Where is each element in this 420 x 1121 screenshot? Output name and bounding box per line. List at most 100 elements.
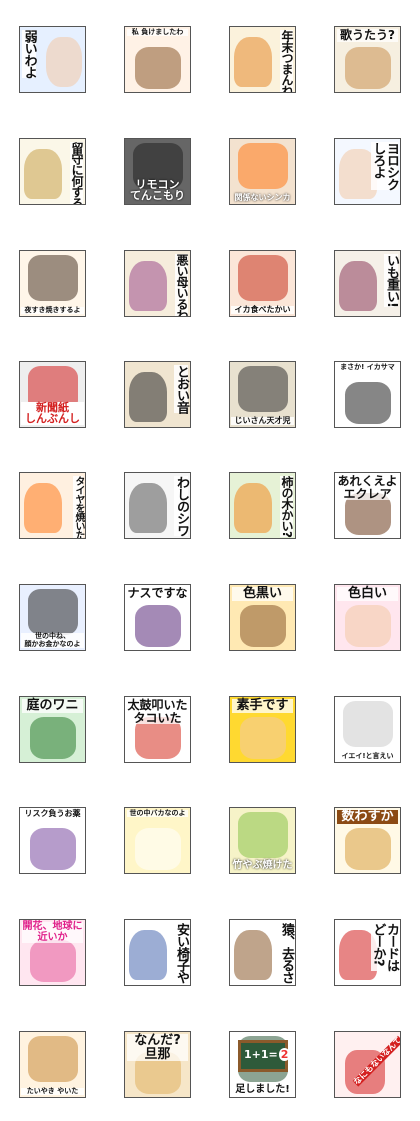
crocodile-icon [30,717,76,759]
sticker-caption: タイヤを焼いた [72,476,84,539]
hands-icon [240,717,286,759]
squid-icon [238,255,288,301]
sticker-tile[interactable]: 弱いわよ [19,26,86,93]
sticker-caption: わしのシワ [174,476,189,536]
sticker-tile[interactable]: まさか! イカサマ [334,361,401,428]
blossom-icon [30,940,76,982]
sticker-tile[interactable]: いも重い! [334,250,401,317]
sticker-tile[interactable]: 1+1= 2 足しました! [229,1031,296,1098]
sticker-tile[interactable]: たいやき やいた [19,1031,86,1098]
sticker-caption: ヨロシク しろよ [370,142,399,190]
woman-money-icon [28,589,78,635]
sticker-caption: まさか! イカサマ [337,363,398,372]
rabbit-icon [343,701,393,747]
sticker-tile[interactable]: 歌うたう? [334,26,401,93]
sticker-caption: たいやき やいた [21,1087,84,1095]
sticker-tile[interactable]: なんだ? 旦那 [124,1031,191,1098]
sticker-caption: 開花、地球に 近いか [22,921,83,943]
sticker-tile[interactable]: 新聞紙 しんぶんし [19,361,86,428]
sticker-tile[interactable]: 猿、去るさ [229,919,296,986]
sticker-caption: 素手です [232,699,293,713]
formula-text: 1+1= 2 [244,1048,291,1061]
sticker-caption: 歌うたう? [337,29,398,42]
medicine-icon [30,828,76,870]
sticker-tile[interactable]: リスク負うお薬 [19,807,86,874]
sticker-tile[interactable]: イエイ!と言えい [334,696,401,763]
sticker-tile[interactable]: イカ食べたかい [229,250,296,317]
couple-icon [238,143,288,189]
sticker-caption: イカ食べたかい [231,305,294,314]
sticker-caption: 安い椅子や [174,923,189,983]
sticker-caption: 柿の木かい? [280,476,294,537]
sticker-caption: 数わすか [337,810,398,824]
sticker-caption: イエイ!と言えい [336,752,399,760]
sticker-tile[interactable]: 柿の木かい? [229,472,296,539]
bunny-icon [135,828,181,870]
tan-girl-icon [240,605,286,647]
blackboard: 1+1= 2 [238,1040,291,1072]
sticker-caption: 留守に何する [70,142,84,204]
graduate-icon [238,366,288,412]
sticker-tile[interactable]: 色白い [334,584,401,651]
sticker-tile[interactable]: リモコン てんこもり [124,138,191,205]
sticker-tile[interactable]: あれくえよ エクレア [334,472,401,539]
sticker-caption: カードは どーか? [370,923,399,971]
sticker-tile[interactable]: 庭のワニ [19,696,86,763]
sticker-tile[interactable]: とおい音 [124,361,191,428]
sticker-caption: 年末つまんね [280,30,294,92]
sticker-caption: 世の中ね、 顔かお金かなのよ [21,633,84,648]
oldman-icon [129,483,167,533]
sticker-tile[interactable]: なにもないなんて [334,1031,401,1098]
sticker-caption: リスク負うお薬 [22,809,83,819]
chair-icon [129,930,167,980]
mother-icon [129,261,167,311]
pale-girl-icon [345,605,391,647]
sticker-caption: ナスですな [127,586,188,600]
sticker-tile[interactable]: カードは どーか? [334,919,401,986]
sticker-tile[interactable]: 関係ないシンカ [229,138,296,205]
sticker-tile[interactable]: 太鼓叩いた タコいた [124,696,191,763]
bamboo-icon [238,812,288,858]
sticker-tile[interactable]: 数わすか [334,807,401,874]
dice-icon [345,382,391,424]
sticker-tile[interactable]: 世の中ね、 顔かお金かなのよ [19,584,86,651]
sticker-caption: 色白い [337,587,398,601]
sticker-caption: あれくえよ エクレア [337,474,398,501]
sticker-caption: 弱いわよ [21,30,37,78]
sticker-tile[interactable]: 色黒い [229,584,296,651]
sticker-tile[interactable]: 開花、地球に 近いか [19,919,86,986]
sticker-caption: じいさん天才児 [231,416,294,425]
sticker-caption: 太鼓叩いた タコいた [127,698,188,725]
sticker-tile[interactable]: 素手です [229,696,296,763]
sticker-tile[interactable]: 夜すき焼きするよ [19,250,86,317]
formula-answer: 2 [278,1048,291,1061]
sticker-tile[interactable]: 悪い母いるわ [124,250,191,317]
sticker-caption: 悪い母いるわ [175,254,189,316]
taiyaki-icon [28,1036,78,1082]
sticker-tile[interactable]: 竹やぶ焼けた [229,807,296,874]
sticker-tile[interactable]: 私 負けましたわ [124,26,191,93]
sticker-caption: 私 負けましたわ [127,28,188,37]
ear-icon [129,372,167,422]
sticker-tile[interactable]: 世の中バカなのよ [124,807,191,874]
room-icon [234,37,272,87]
sticker-tile[interactable]: 年末つまんね [229,26,296,93]
sticker-caption: 色黒い [232,587,293,601]
sticker-tile[interactable]: 留守に何する [19,138,86,205]
sticker-tile[interactable]: タイヤを焼いた [19,472,86,539]
sticker-grid: 弱いわよ 私 負けましたわ 年末つまんね 歌うたう? 留守に何する リモコン てんこもり関… [0,0,420,1121]
monkey-icon [234,930,272,980]
sticker-caption: 庭のワニ [22,699,83,713]
sticker-tile[interactable]: じいさん天才児 [229,361,296,428]
persimmon-icon [234,483,272,533]
sticker-tile[interactable]: ヨロシク しろよ [334,138,401,205]
sticker-tile[interactable]: 安い椅子や [124,919,191,986]
singer-icon [345,47,391,89]
sticker-tile[interactable]: ナスですな [124,584,191,651]
girl-icon [135,47,181,89]
sticker-tile[interactable]: わしのシワ [124,472,191,539]
sticker-caption: 猿、去るさ [279,923,294,983]
hand-icon [46,37,82,87]
sticker-caption: 足しました! [231,1084,294,1095]
sticker-caption: 世の中バカなのよ [127,809,188,818]
